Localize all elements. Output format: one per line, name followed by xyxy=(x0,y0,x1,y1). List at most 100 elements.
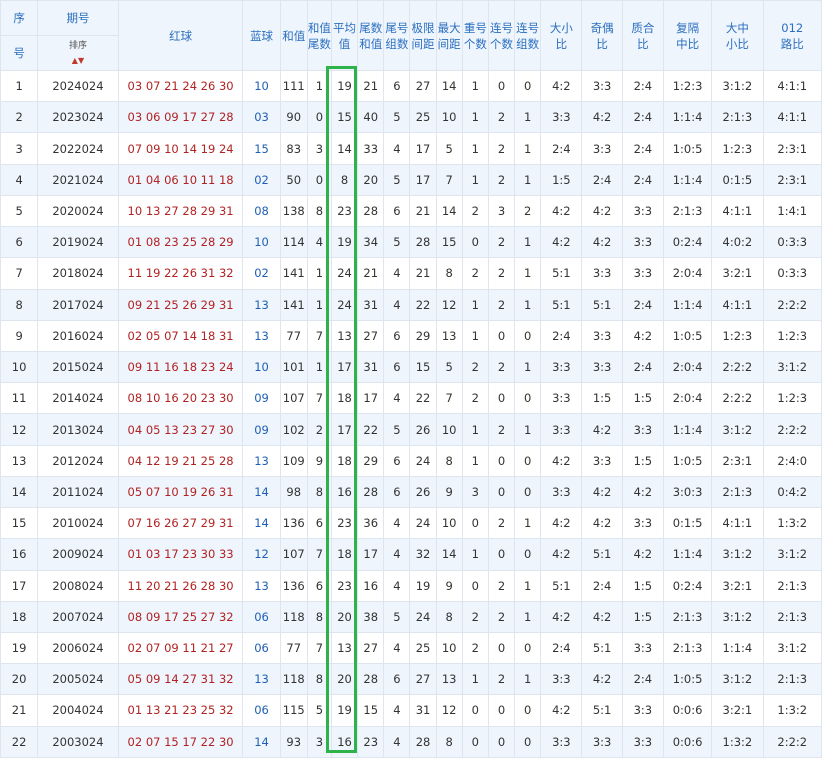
span-cell: 26 xyxy=(409,475,437,509)
red-ball-cell: 09 21 25 26 29 31 xyxy=(117,288,244,321)
table-row: 9 2016024 02 05 07 14 18 31 13 77 7 13 27 6 29 13 1… xyxy=(0,319,822,352)
tail-groups-cell: 4 xyxy=(383,569,411,602)
header-big-small: 大小比 xyxy=(540,0,583,71)
sum-cell: 111 xyxy=(279,69,308,103)
period-cell: 2007024 xyxy=(37,600,119,633)
odd-even-cell: 5:1 xyxy=(581,631,623,665)
max-gap-cell: 14 xyxy=(435,194,463,228)
consecutive-cell: 0 xyxy=(487,382,516,415)
repeat-cell: 0 xyxy=(461,694,489,727)
blue-ball-cell: 10 xyxy=(242,226,281,259)
odd-even-cell: 2:4 xyxy=(581,569,623,602)
tail-sum-cell: 40 xyxy=(357,101,385,134)
road-cell: 2:4:0 xyxy=(762,444,822,477)
repeat-gap-cell: 1:2:3 xyxy=(662,69,713,103)
repeat-gap-cell: 2:1:3 xyxy=(662,600,713,633)
consecutive-cell: 2 xyxy=(487,163,516,196)
repeat-gap-cell: 0:0:6 xyxy=(662,694,713,727)
big-mid-small-cell: 4:1:1 xyxy=(711,194,764,228)
repeat-cell: 2 xyxy=(461,194,489,228)
header-period[interactable]: 期号 xyxy=(37,0,119,36)
header-seq-2: 号 xyxy=(0,35,39,71)
repeat-cell: 1 xyxy=(461,413,489,446)
prime-cell: 1:5 xyxy=(621,382,664,415)
sum-tail-cell: 8 xyxy=(306,475,332,509)
repeat-cell: 1 xyxy=(461,444,489,477)
seq-cell: 14 xyxy=(0,475,39,509)
tail-sum-cell: 20 xyxy=(357,163,385,196)
big-small-cell: 4:2 xyxy=(540,226,583,259)
prime-cell: 1:5 xyxy=(621,569,664,602)
blue-ball-cell: 06 xyxy=(242,631,281,665)
table-row: 19 2006024 02 07 09 11 21 27 06 77 7 13 27 4 25 10… xyxy=(0,631,822,665)
repeat-gap-cell: 2:0:4 xyxy=(662,382,713,415)
big-small-cell: 3:3 xyxy=(540,725,583,758)
odd-even-cell: 3:3 xyxy=(581,257,623,290)
big-small-cell: 2:4 xyxy=(540,631,583,665)
consecutive-cell: 0 xyxy=(487,444,516,477)
tail-sum-cell: 17 xyxy=(357,382,385,415)
prime-cell: 1:5 xyxy=(621,444,664,477)
max-gap-cell: 10 xyxy=(435,507,463,540)
period-cell: 2006024 xyxy=(37,631,119,665)
span-cell: 17 xyxy=(409,132,437,165)
header-average: 平均值 xyxy=(330,0,359,71)
sum-tail-cell: 4 xyxy=(306,226,332,259)
tail-groups-cell: 5 xyxy=(383,600,411,633)
consecutive-cell: 0 xyxy=(487,69,516,103)
repeat-gap-cell: 2:0:4 xyxy=(662,350,713,384)
period-cell: 2020024 xyxy=(37,194,119,228)
repeat-gap-cell: 2:1:3 xyxy=(662,194,713,228)
consecutive-groups-cell: 1 xyxy=(514,350,542,384)
big-mid-small-cell: 2:3:1 xyxy=(711,444,764,477)
period-cell: 2021024 xyxy=(37,163,119,196)
blue-ball-cell: 13 xyxy=(242,444,281,477)
max-gap-cell: 8 xyxy=(435,444,463,477)
seq-cell: 12 xyxy=(0,413,39,446)
consecutive-groups-cell: 1 xyxy=(514,163,542,196)
average-cell: 18 xyxy=(330,538,359,571)
sum-cell: 77 xyxy=(279,631,308,665)
repeat-cell: 1 xyxy=(461,163,489,196)
repeat-cell: 0 xyxy=(461,507,489,540)
tail-sum-cell: 34 xyxy=(357,226,385,259)
tail-groups-cell: 4 xyxy=(383,507,411,540)
odd-even-cell: 4:2 xyxy=(581,226,623,259)
red-ball-cell: 02 07 09 11 21 27 xyxy=(117,631,244,665)
table-row: 8 2017024 09 21 25 26 29 31 13 141 1 24 31 4 22 12… xyxy=(0,288,822,321)
odd-even-cell: 3:3 xyxy=(581,319,623,352)
seq-cell: 1 xyxy=(0,69,39,103)
sum-tail-cell: 0 xyxy=(306,163,332,196)
table-row: 21 2004024 01 13 21 23 25 32 06 115 5 19 15 4 31 1… xyxy=(0,694,822,727)
consecutive-groups-cell: 1 xyxy=(514,507,542,540)
consecutive-groups-cell: 1 xyxy=(514,132,542,165)
repeat-gap-cell: 0:2:4 xyxy=(662,569,713,602)
header-road: 012 路比 xyxy=(762,0,822,71)
sum-tail-cell: 1 xyxy=(306,69,332,103)
tail-sum-cell: 23 xyxy=(357,725,385,758)
blue-ball-cell: 09 xyxy=(242,382,281,415)
consecutive-groups-cell: 0 xyxy=(514,69,542,103)
sum-tail-cell: 6 xyxy=(306,507,332,540)
seq-cell: 7 xyxy=(0,257,39,290)
period-cell: 2016024 xyxy=(37,319,119,352)
odd-even-cell: 4:2 xyxy=(581,475,623,509)
sum-cell: 102 xyxy=(279,413,308,446)
sum-cell: 50 xyxy=(279,163,308,196)
average-cell: 23 xyxy=(330,507,359,540)
header-blue-ball: 蓝球 xyxy=(242,0,281,71)
tail-groups-cell: 6 xyxy=(383,69,411,103)
sort-arrows-icon[interactable]: ▲▼ xyxy=(72,56,84,65)
repeat-cell: 1 xyxy=(461,69,489,103)
big-small-cell: 3:3 xyxy=(540,663,583,696)
tail-sum-cell: 27 xyxy=(357,319,385,352)
repeat-gap-cell: 0:1:5 xyxy=(662,507,713,540)
consecutive-cell: 2 xyxy=(487,101,516,134)
red-ball-cell: 01 13 21 23 25 32 xyxy=(117,694,244,727)
header-sort[interactable]: 排序 ▲▼ xyxy=(37,35,119,71)
header-odd-even: 奇偶比 xyxy=(581,0,623,71)
period-cell: 2010024 xyxy=(37,507,119,540)
tail-sum-cell: 31 xyxy=(357,288,385,321)
odd-even-cell: 5:1 xyxy=(581,694,623,727)
big-small-cell: 4:2 xyxy=(540,194,583,228)
